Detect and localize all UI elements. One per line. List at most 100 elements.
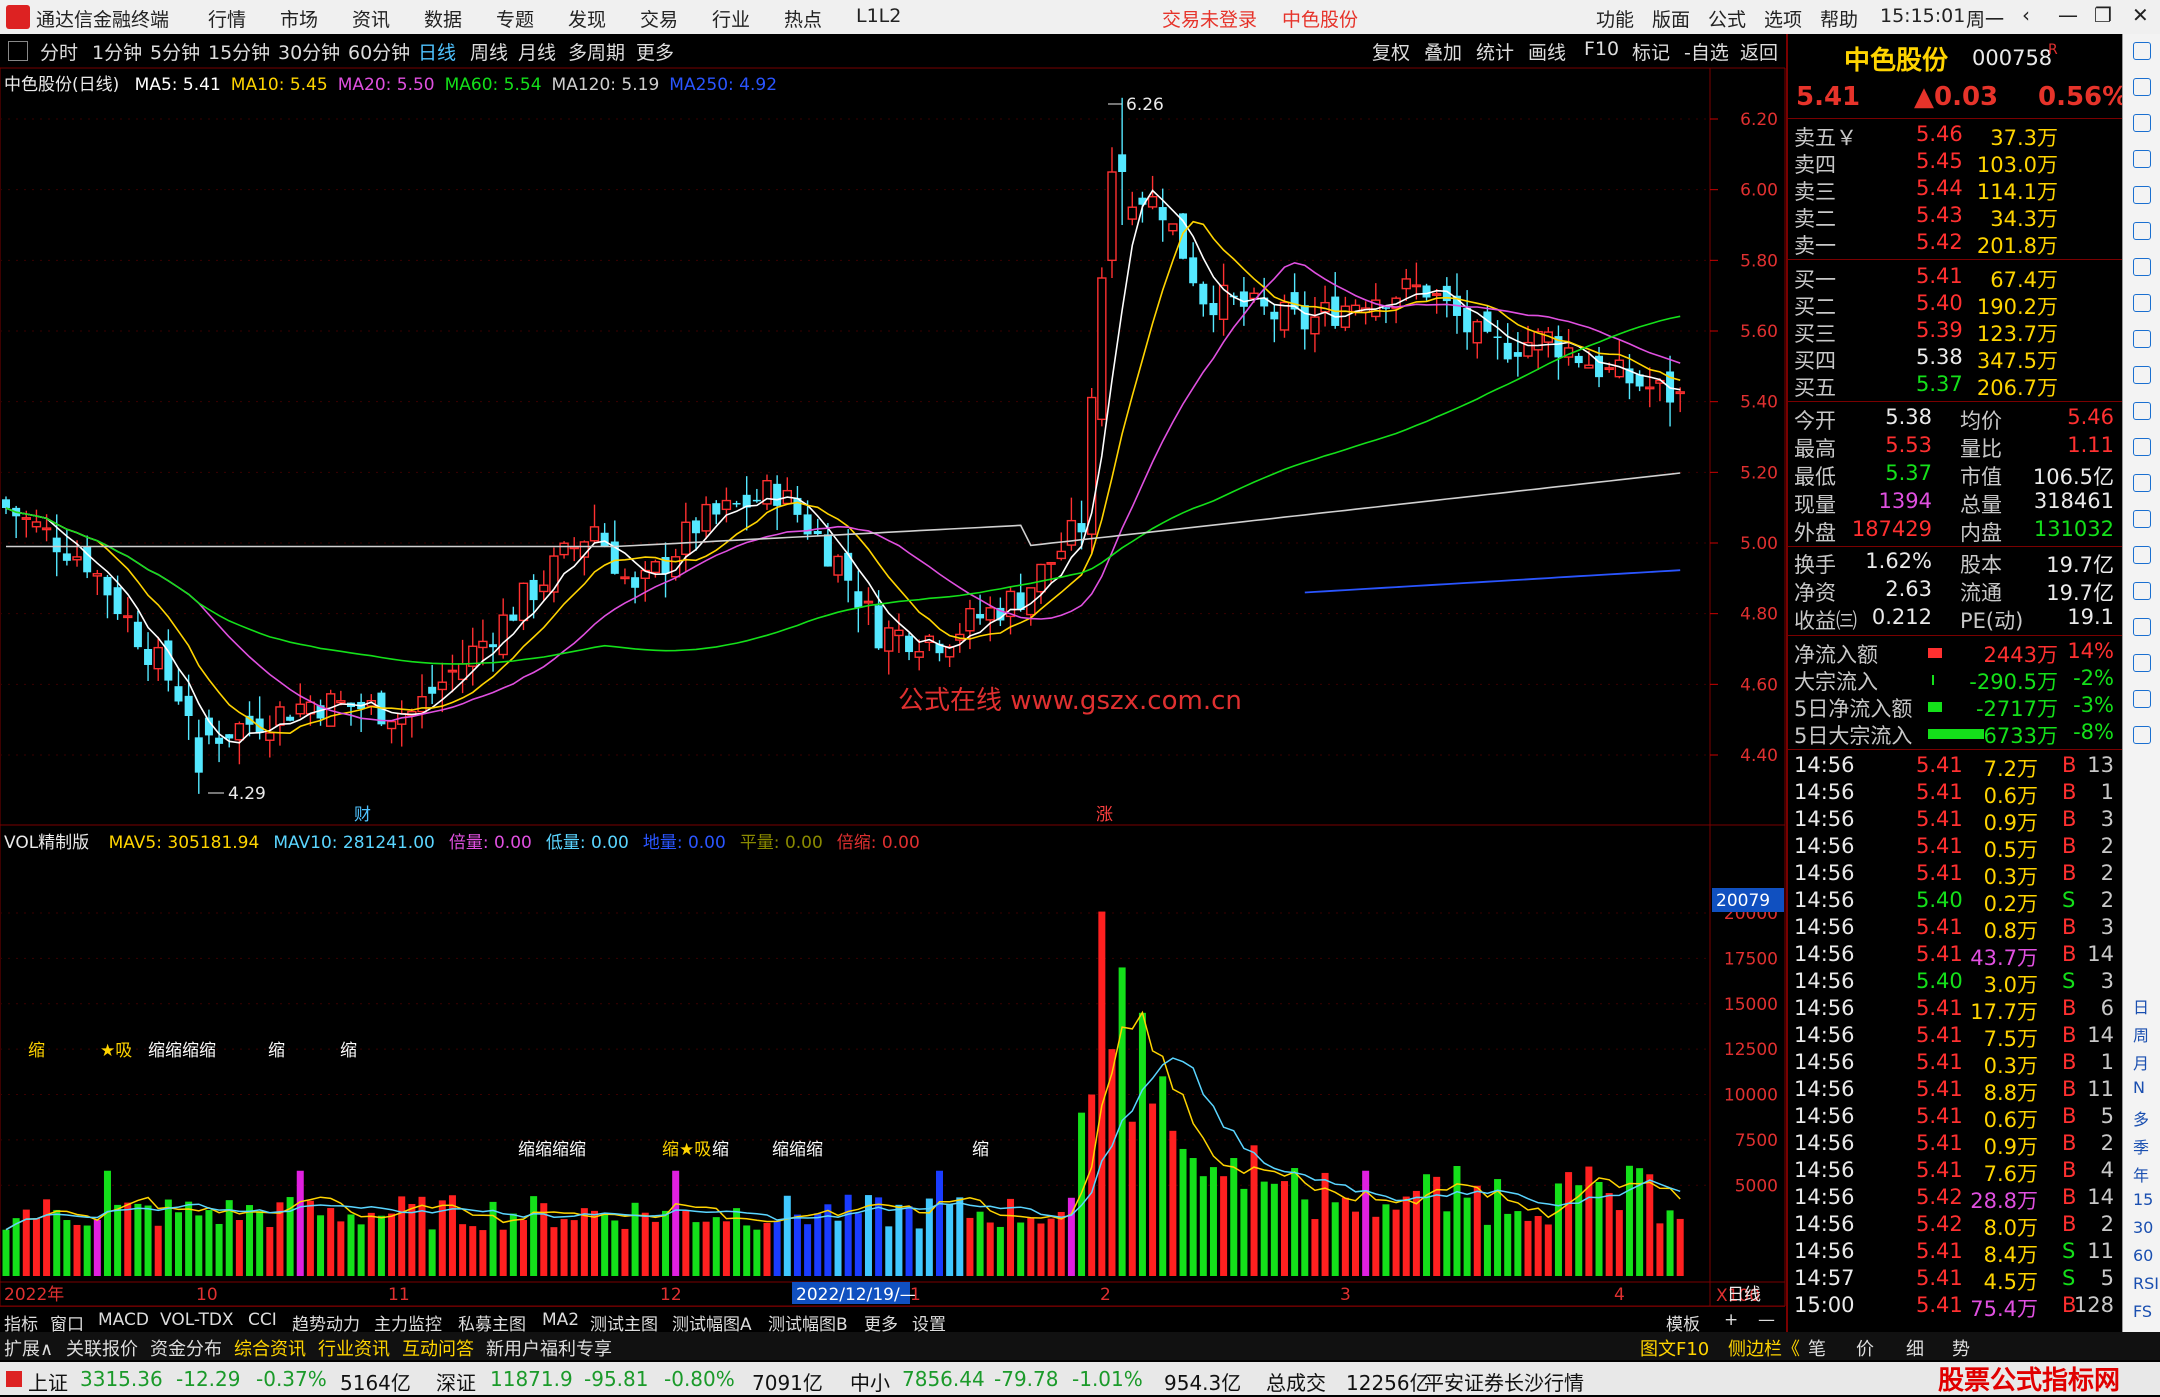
chart-icon[interactable] — [2133, 222, 2151, 240]
period-shortcut[interactable]: RSI — [2133, 1274, 2159, 1293]
rsi-icon[interactable] — [2133, 546, 2151, 564]
move-icon[interactable] — [2133, 582, 2151, 600]
btn-tongji[interactable]: 统计 — [1476, 38, 1514, 65]
tab-multi[interactable]: 多周期 — [568, 38, 625, 65]
sh-label[interactable]: 上证 — [28, 1367, 68, 1396]
btn-zoom-out[interactable]: — — [1758, 1310, 1775, 1330]
btab-macd[interactable]: MACD — [98, 1310, 149, 1330]
layout-icon[interactable] — [8, 41, 28, 61]
menu-zixun[interactable]: 资讯 — [352, 5, 390, 32]
tab-monthly[interactable]: 月线 — [518, 38, 556, 65]
pen-icon[interactable] — [2133, 618, 2151, 636]
period-shortcut[interactable]: 15 — [2133, 1190, 2153, 1209]
broker-name[interactable]: 平安证券长沙行情 — [1424, 1367, 1584, 1396]
kline-icon[interactable] — [2133, 258, 2151, 276]
ext-xi[interactable]: 细 — [1906, 1335, 1924, 1361]
menu-zhuanti[interactable]: 专题 — [496, 5, 534, 32]
menu-shichang[interactable]: 市场 — [280, 5, 318, 32]
btn-zixuan[interactable]: -自选 — [1684, 38, 1729, 65]
ext-tuwen-f10[interactable]: 图文F10 — [1640, 1335, 1709, 1361]
btab-vol-tdx[interactable]: VOL-TDX — [160, 1310, 234, 1330]
sz-index: 11871.9 — [490, 1367, 573, 1391]
tab-60min[interactable]: 60分钟 — [348, 38, 410, 65]
period-shortcut[interactable]: 月 — [2133, 1050, 2149, 1074]
menu-xuanxiang[interactable]: 选项 — [1764, 5, 1802, 32]
tab-5min[interactable]: 5分钟 — [150, 38, 200, 65]
btn-diejia[interactable]: 叠加 — [1424, 38, 1462, 65]
wave-icon[interactable] — [2133, 474, 2151, 492]
zf-icon[interactable] — [2133, 438, 2151, 456]
btab-ma2[interactable]: MA2 — [542, 1310, 579, 1330]
period-shortcut[interactable]: 季 — [2133, 1134, 2149, 1158]
ext-zonghezixun[interactable]: 综合资讯 — [234, 1335, 306, 1361]
finance-icon[interactable] — [2133, 402, 2151, 420]
up-icon[interactable] — [2133, 78, 2151, 96]
kline-chart[interactable]: 6.20 6.00 5.80 5.60 5.40 5.20 5.00 4.80 4.60 4.40… — [0, 68, 1786, 1306]
btab-cci[interactable]: CCI — [248, 1310, 277, 1330]
flow-label: 5日净流入额 — [1794, 697, 1913, 721]
tab-fenshi[interactable]: 分时 — [40, 38, 78, 65]
period-shortcut[interactable]: 年 — [2133, 1162, 2149, 1186]
ext-hangyezixun[interactable]: 行业资讯 — [318, 1335, 390, 1361]
trade-login-status[interactable]: 交易未登录 — [1162, 5, 1257, 32]
menu-faxian[interactable]: 发现 — [568, 5, 606, 32]
menu-jiaoyi[interactable]: 交易 — [640, 5, 678, 32]
collapse-icon[interactable] — [2133, 42, 2151, 60]
ext-shi[interactable]: 势 — [1952, 1335, 1970, 1361]
news-icon[interactable] — [2133, 294, 2151, 312]
menu-shuju[interactable]: 数据 — [424, 5, 462, 32]
tab-15min[interactable]: 15分钟 — [208, 38, 270, 65]
btn-f10[interactable]: F10 — [1584, 38, 1619, 60]
btn-zoom-in[interactable]: + — [1724, 1310, 1738, 1330]
ext-bi[interactable]: 笔 — [1808, 1335, 1826, 1361]
fs-icon[interactable] — [2133, 654, 2151, 672]
tab-1min[interactable]: 1分钟 — [92, 38, 142, 65]
period-shortcut[interactable]: 日 — [2133, 994, 2149, 1018]
ext-hudongwenda[interactable]: 互动问答 — [402, 1335, 474, 1361]
menu-bangzhu[interactable]: 帮助 — [1820, 5, 1858, 32]
sheet-icon[interactable] — [2133, 690, 2151, 708]
period-shortcut[interactable]: 周 — [2133, 1022, 2149, 1046]
bid-price: 5.38 — [1916, 345, 1963, 369]
menu-l1l2[interactable]: L1L2 — [856, 5, 901, 27]
period-shortcut[interactable]: N — [2133, 1078, 2145, 1097]
ext-xinyonghu[interactable]: 新用户福利专享 — [486, 1335, 612, 1361]
btn-biaoji[interactable]: 标记 — [1632, 38, 1670, 65]
period-shortcut[interactable]: 60 — [2133, 1246, 2153, 1265]
ext-guanlianbaojia[interactable]: 关联报价 — [66, 1335, 138, 1361]
tab-30min[interactable]: 30分钟 — [278, 38, 340, 65]
btn-huaxian[interactable]: 画线 — [1528, 38, 1566, 65]
period-shortcut[interactable]: 多 — [2133, 1106, 2149, 1130]
calendar-icon[interactable] — [2133, 366, 2151, 384]
menu-redian[interactable]: 热点 — [784, 5, 822, 32]
menu-gongneng[interactable]: 功能 — [1596, 5, 1634, 32]
tab-more[interactable]: 更多 — [636, 38, 674, 65]
down-icon[interactable] — [2133, 114, 2151, 132]
btn-fuquan[interactable]: 复权 — [1372, 38, 1410, 65]
volume-bar — [1037, 1223, 1045, 1276]
sz-label[interactable]: 深证 — [436, 1367, 476, 1396]
restore-icon[interactable]: ❐ — [2094, 3, 2112, 27]
ext-zijinfenbu[interactable]: 资金分布 — [150, 1335, 222, 1361]
ext-jia[interactable]: 价 — [1856, 1335, 1874, 1361]
tab-weekly[interactable]: 周线 — [470, 38, 508, 65]
favorite-icon[interactable] — [2133, 150, 2151, 168]
period-shortcut[interactable]: 30 — [2133, 1218, 2153, 1237]
close-icon[interactable]: ✕ — [2132, 3, 2149, 27]
doc-icon[interactable] — [2133, 510, 2151, 528]
menu-hangqing[interactable]: 行情 — [208, 5, 246, 32]
zx-label[interactable]: 中小 — [850, 1367, 890, 1396]
menu-gongshi[interactable]: 公式 — [1708, 5, 1746, 32]
ext-sidebar-toggle[interactable]: 侧边栏《 — [1728, 1335, 1800, 1361]
tab-daily[interactable]: 日线 — [418, 38, 456, 65]
menu-banmian[interactable]: 版面 — [1652, 5, 1690, 32]
period-shortcut[interactable]: FS — [2133, 1302, 2152, 1321]
export-icon[interactable] — [2133, 726, 2151, 744]
ext-kuozhan[interactable]: 扩展∧ — [4, 1335, 53, 1361]
f10-icon[interactable] — [2133, 330, 2151, 348]
menu-hangye[interactable]: 行业 — [712, 5, 750, 32]
minimize-icon[interactable]: — — [2058, 3, 2078, 27]
btn-fanhui[interactable]: 返回 — [1740, 38, 1778, 65]
list-icon[interactable] — [2133, 186, 2151, 204]
back-icon[interactable]: ‹ — [2022, 3, 2030, 27]
